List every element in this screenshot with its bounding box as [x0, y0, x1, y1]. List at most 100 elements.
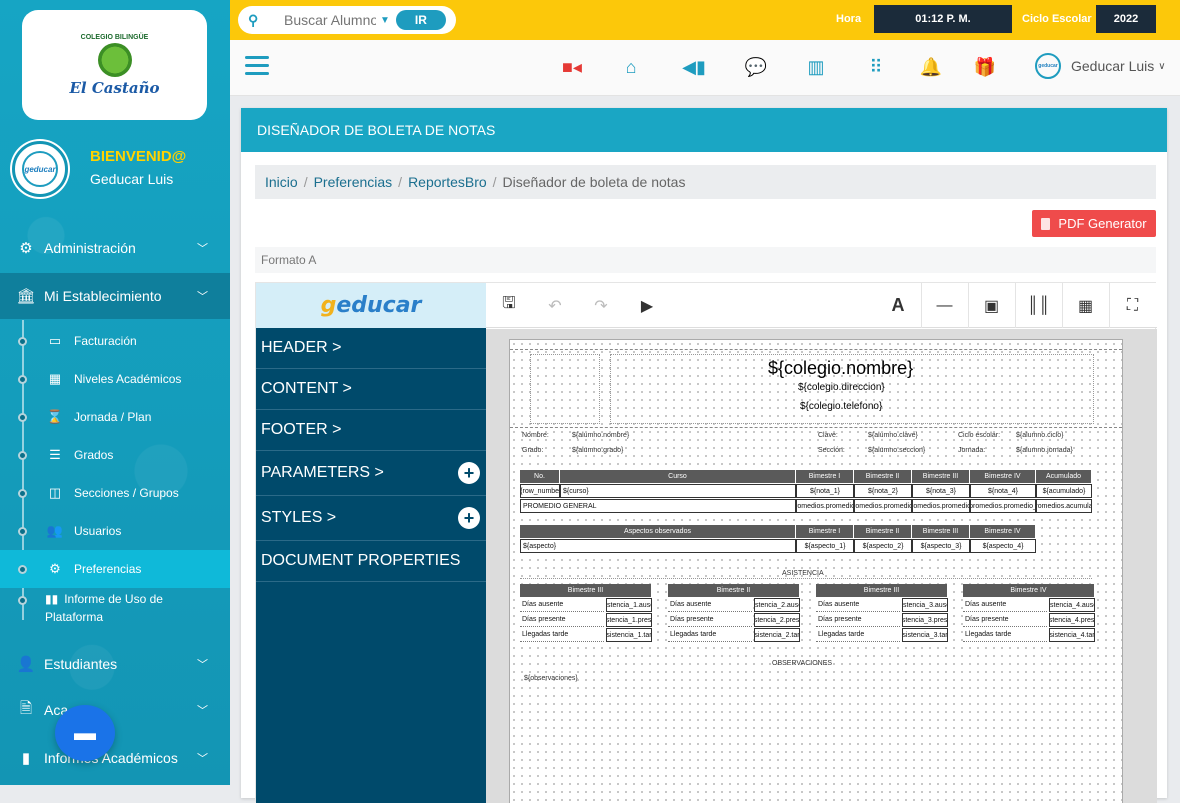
- average-cell[interactable]: ${promedios.promedio_3}: [912, 499, 970, 513]
- breadcrumb-preferencias[interactable]: Preferencias: [314, 174, 393, 190]
- attendance-value[interactable]: ${asistencia_1.tarde}: [606, 628, 652, 642]
- average-cell[interactable]: PROMEDIO GENERAL: [520, 499, 796, 513]
- attendance-value[interactable]: ${asistencia_2.presente}: [754, 613, 800, 627]
- report-school-name[interactable]: ${colegio.nombre}: [768, 358, 913, 379]
- aspects-cell[interactable]: ${aspecto_4}: [970, 539, 1036, 553]
- attendance-value[interactable]: ${asistencia_2.tarde}: [754, 628, 800, 642]
- school-logo[interactable]: COLEGIO BILINGÜE El Castaño: [22, 10, 207, 120]
- breadcrumb-reportesbro[interactable]: ReportesBro: [408, 174, 487, 190]
- section-content[interactable]: CONTENT >: [256, 369, 486, 410]
- sidebar-item-niveles[interactable]: ▦ Niveles Académicos: [0, 360, 230, 398]
- play-icon[interactable]: ▶: [624, 283, 670, 328]
- attendance-value[interactable]: ${asistencia_1.ausente}: [606, 598, 652, 612]
- undo-icon[interactable]: ↶: [532, 283, 578, 328]
- section-header[interactable]: HEADER >: [256, 328, 486, 369]
- save-icon[interactable]: 🖫: [486, 283, 532, 328]
- bell-icon[interactable]: 🔔: [918, 54, 944, 80]
- chevron-down-icon[interactable]: ▼: [380, 15, 390, 26]
- student-info-cell[interactable]: ${alumno.clave}: [868, 432, 918, 439]
- sidebar-item-usuarios[interactable]: 👥 Usuarios: [0, 512, 230, 550]
- grades-cell[interactable]: ${nota_3}: [912, 484, 970, 498]
- books-icon[interactable]: ▥: [803, 54, 829, 80]
- megaphone-icon[interactable]: ◀▮: [681, 54, 707, 80]
- student-info-cell[interactable]: ${alumno.seccion}: [868, 447, 925, 454]
- chat-icon[interactable]: 💬: [743, 54, 769, 80]
- student-info-cell[interactable]: Nombre:: [522, 432, 549, 439]
- student-info-cell[interactable]: ${alumno.nombre}: [572, 432, 629, 439]
- sidebar-item-estudiantes[interactable]: 👤 Estudiantes ﹀: [0, 641, 230, 687]
- sidebar-item-preferencias[interactable]: ⚙ Preferencias: [0, 550, 230, 588]
- student-info-cell[interactable]: Grado:: [522, 447, 543, 454]
- student-info-cell[interactable]: Jornada:: [958, 447, 985, 454]
- attendance-value[interactable]: ${asistencia_3.tarde}: [902, 628, 948, 642]
- attendance-value[interactable]: ${asistencia_1.presente}: [606, 613, 652, 627]
- student-info-cell[interactable]: Sección:: [818, 447, 845, 454]
- gifts-icon[interactable]: 🎁: [972, 54, 998, 80]
- sidebar-item-informes[interactable]: ▮ Informes Académicos ﹀: [0, 735, 230, 781]
- section-styles[interactable]: STYLES > +: [256, 496, 486, 541]
- grades-cell[interactable]: ${nota_2}: [854, 484, 912, 498]
- section-parameters[interactable]: PARAMETERS > +: [256, 451, 486, 496]
- sidebar-item-academico[interactable]: 🗎 Aca ﹀: [0, 687, 230, 733]
- attendance-value[interactable]: ${asistencia_4.ausente}: [1049, 598, 1095, 612]
- attendance-value[interactable]: ${asistencia_4.tarde}: [1049, 628, 1095, 642]
- attendance-value[interactable]: ${asistencia_2.ausente}: [754, 598, 800, 612]
- report-sheet[interactable]: ${colegio.nombre} ${colegio.direccion} $…: [509, 339, 1123, 803]
- student-info-cell[interactable]: ${alumno.ciclo}: [1016, 432, 1063, 439]
- ir-button[interactable]: IR: [395, 10, 446, 30]
- sidebar-item-secciones[interactable]: ◫ Secciones / Grupos: [0, 474, 230, 512]
- sidebar-item-facturacion[interactable]: ▭ Facturación: [0, 322, 230, 360]
- logo-placeholder[interactable]: [530, 354, 600, 424]
- grades-cell[interactable]: ${row_number}: [520, 484, 560, 498]
- attendance-value[interactable]: ${asistencia_4.presente}: [1049, 613, 1095, 627]
- report-school-phone[interactable]: ${colegio.telefono}: [800, 401, 882, 412]
- sidebar-item-grados[interactable]: ☰ Grados: [0, 436, 230, 474]
- attendance-value[interactable]: ${asistencia_3.ausente}: [902, 598, 948, 612]
- image-icon[interactable]: ▣: [968, 283, 1014, 328]
- search-input[interactable]: [284, 12, 376, 28]
- student-info-cell[interactable]: ${alumno.jornada}: [1016, 447, 1073, 454]
- fullscreen-icon[interactable]: ⛶: [1109, 283, 1155, 328]
- aspects-cell[interactable]: ${aspecto_3}: [912, 539, 970, 553]
- add-parameter-icon[interactable]: +: [458, 462, 480, 484]
- text-icon[interactable]: A: [875, 283, 921, 328]
- average-cell[interactable]: ${promedios.promedio_4}: [970, 499, 1036, 513]
- attendance-value[interactable]: ${asistencia_3.presente}: [902, 613, 948, 627]
- apps-icon[interactable]: ⠿: [863, 54, 889, 80]
- sidebar-item-mi-establecimiento[interactable]: 🏛 Mi Establecimiento ﹀: [0, 273, 230, 319]
- grades-cell[interactable]: ${nota_1}: [796, 484, 854, 498]
- student-info-cell[interactable]: ${alumno.grado}: [572, 447, 623, 454]
- grades-cell[interactable]: ${curso}: [560, 484, 796, 498]
- aspects-cell[interactable]: ${aspecto}: [520, 539, 796, 553]
- formato-field[interactable]: Formato A: [255, 247, 1156, 273]
- chat-button[interactable]: ▬: [55, 705, 115, 761]
- student-info-cell[interactable]: Clave:: [818, 432, 838, 439]
- average-cell[interactable]: ${promedios.promedio_2}: [854, 499, 912, 513]
- breadcrumb-inicio[interactable]: Inicio: [265, 174, 298, 190]
- line-icon[interactable]: —: [921, 283, 967, 328]
- grades-cell[interactable]: ${nota_4}: [970, 484, 1036, 498]
- sidebar-item-jornada[interactable]: ⌛ Jornada / Plan: [0, 398, 230, 436]
- observaciones-value[interactable]: ${observaciones}: [524, 675, 578, 682]
- video-icon[interactable]: ■◂: [559, 54, 585, 80]
- add-style-icon[interactable]: +: [458, 507, 480, 529]
- report-school-address[interactable]: ${colegio.direccion}: [798, 382, 885, 393]
- student-info-cell[interactable]: Ciclo escolar:: [958, 432, 1000, 439]
- redo-icon[interactable]: ↷: [578, 283, 624, 328]
- home-icon[interactable]: ⌂: [618, 54, 644, 80]
- menu-icon[interactable]: [245, 56, 269, 80]
- section-footer[interactable]: FOOTER >: [256, 410, 486, 451]
- average-cell[interactable]: ${promedios.acumulado}: [1036, 499, 1092, 513]
- sidebar-item-informe-uso[interactable]: ▮▮ Informe de Uso de Plataforma: [0, 590, 230, 630]
- user-menu[interactable]: geducar Geducar Luis ∨: [1035, 53, 1166, 79]
- aspects-cell[interactable]: ${aspecto_1}: [796, 539, 854, 553]
- section-document-properties[interactable]: DOCUMENT PROPERTIES: [256, 541, 486, 582]
- aspects-cell[interactable]: ${aspecto_2}: [854, 539, 912, 553]
- sidebar-item-administracion[interactable]: ⚙ Administración ﹀: [0, 225, 230, 271]
- grades-cell[interactable]: ${acumulado}: [1036, 484, 1092, 498]
- average-cell[interactable]: ${promedios.promedio_1}: [796, 499, 854, 513]
- barcode-icon[interactable]: ║║: [1015, 283, 1061, 328]
- table-icon[interactable]: ▦: [1062, 283, 1108, 328]
- pdf-generator-button[interactable]: PDF Generator: [1032, 210, 1156, 237]
- avatar[interactable]: geducar: [12, 141, 68, 197]
